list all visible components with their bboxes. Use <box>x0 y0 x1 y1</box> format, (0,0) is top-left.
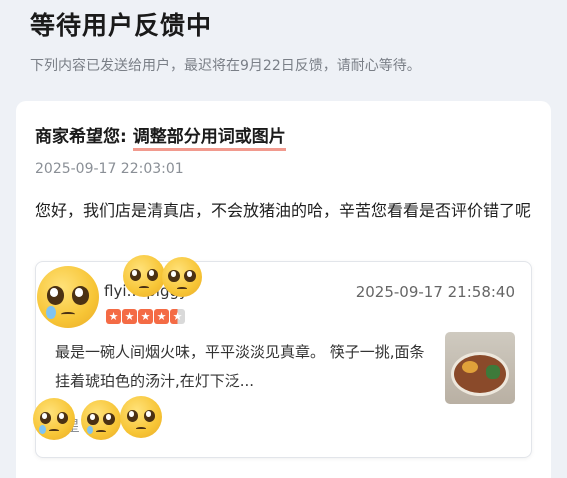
feedback-card: 商家希望您: 调整部分用词或图片 2025-09-17 22:03:01 您好，… <box>16 101 551 478</box>
review-timestamp: 2025-09-17 21:58:40 <box>355 283 515 301</box>
half-star-icon: ★ <box>170 309 185 324</box>
pleading-face-emoji-icon <box>162 257 202 297</box>
review-text: 最是一碗人间烟火味，平平淡淡见真章。 筷子一挑,面条挂着琥珀色的汤汁,在灯下泛.… <box>55 343 425 390</box>
star-icon: ★ <box>154 309 169 324</box>
merchant-message: 您好，我们店是清真店，不会放猪油的哈，辛苦您看看是否评价错了呢 <box>35 201 532 220</box>
pleading-face-emoji-icon <box>120 396 162 438</box>
page-subtitle: 下列内容已发送给用户，最迟将在9月22日反馈，请耐心等待。 <box>30 58 421 74</box>
rating-stars: ★ ★ ★ ★ ★ <box>106 309 185 324</box>
pleading-face-emoji-icon <box>81 400 121 440</box>
pleading-face-emoji-icon <box>123 255 165 297</box>
pleading-face-emoji-icon <box>33 398 75 440</box>
pleading-face-emoji-icon <box>37 266 99 328</box>
star-icon: ★ <box>122 309 137 324</box>
merchant-request-highlight: 调整部分用词或图片 <box>132 127 286 151</box>
page-title: 等待用户反馈中 <box>30 11 213 40</box>
merchant-request-timestamp: 2025-09-17 22:03:01 <box>35 161 184 177</box>
noodle-bowl-photo[interactable] <box>445 332 515 404</box>
merchant-request-prefix: 商家希望您: <box>35 127 133 147</box>
star-icon: ★ <box>106 309 121 324</box>
star-icon: ★ <box>138 309 153 324</box>
merchant-request-title: 商家希望您: 调整部分用词或图片 <box>35 122 286 151</box>
